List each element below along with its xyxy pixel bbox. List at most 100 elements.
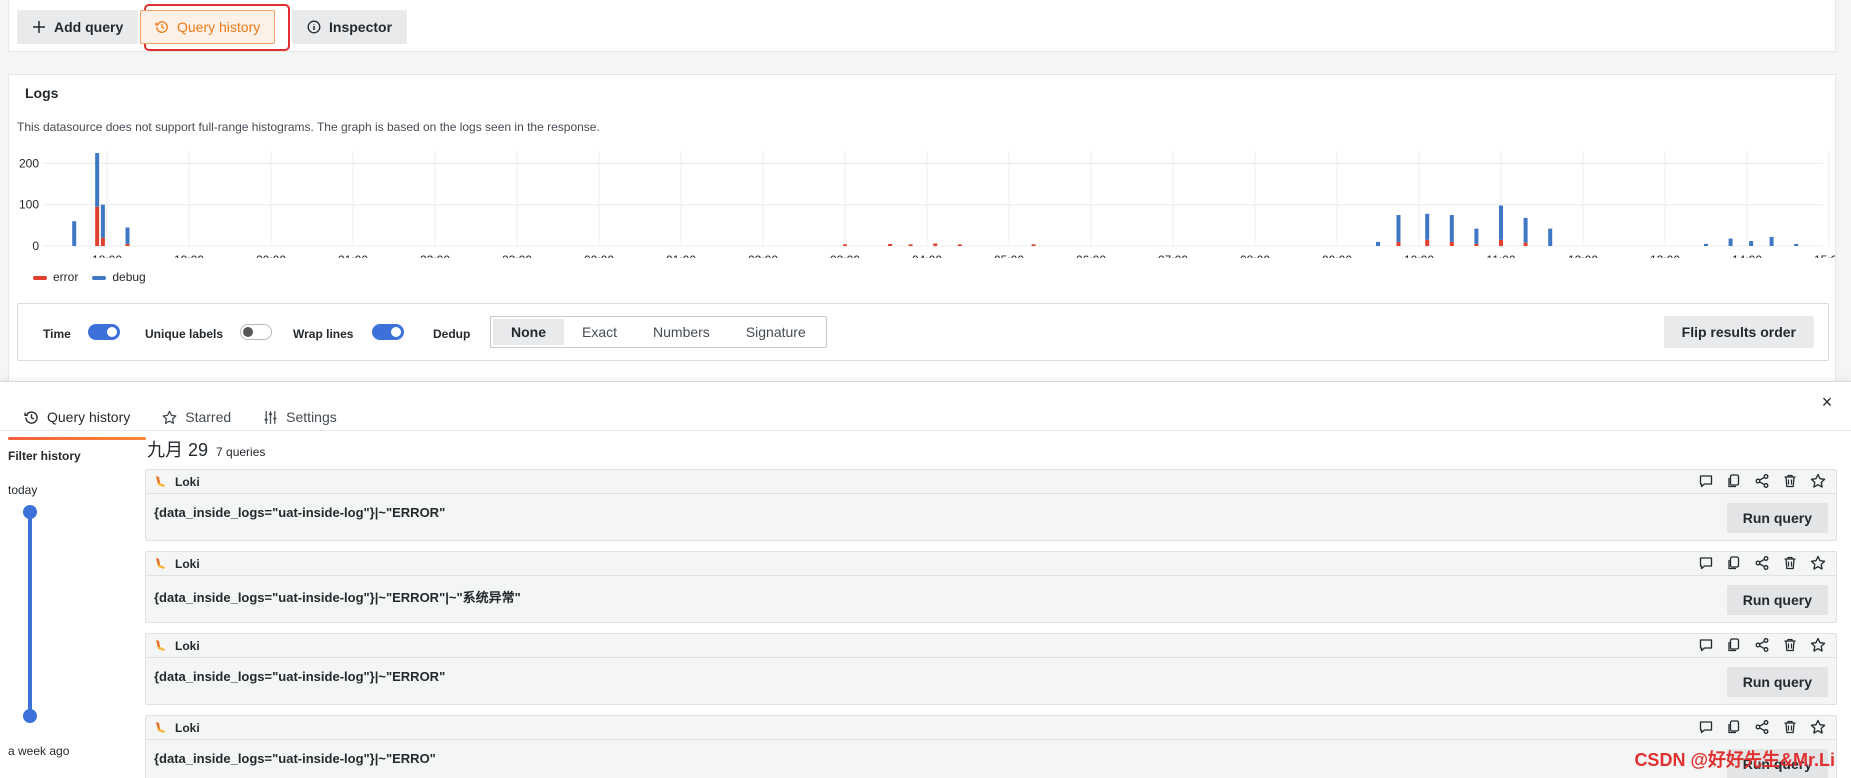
logs-note: This datasource does not support full-ra…: [17, 120, 600, 134]
x-tick-label: 22:00: [420, 253, 450, 258]
x-tick-label: 02:00: [748, 253, 778, 258]
query-source: Loki: [175, 638, 200, 653]
y-tick-label: 0: [32, 239, 39, 253]
run-query-button[interactable]: Run query: [1726, 503, 1828, 533]
copy-icon[interactable]: [1726, 473, 1742, 489]
plus-icon: [33, 21, 45, 33]
time-toggle-knob: [107, 327, 117, 337]
trash-icon[interactable]: [1782, 719, 1798, 735]
share-icon[interactable]: [1754, 473, 1770, 489]
comment-icon[interactable]: [1698, 719, 1714, 735]
query-card: Loki {data_inside_logs="uat-inside-log"}|…: [145, 633, 1837, 705]
tab-query-history-label: Query history: [47, 409, 131, 425]
trash-icon[interactable]: [1782, 555, 1798, 571]
wrap-lines-toggle[interactable]: [372, 324, 404, 340]
unique-labels-toggle[interactable]: [240, 324, 272, 340]
tab-settings-label: Settings: [286, 409, 337, 425]
share-icon[interactable]: [1754, 555, 1770, 571]
dedup-radio-group: None Exact Numbers Signature: [490, 316, 827, 348]
history-range-slider[interactable]: [28, 512, 32, 716]
bar-debug: [1376, 241, 1380, 246]
trash-icon[interactable]: [1782, 473, 1798, 489]
toolbar: Add query Query history Inspector: [8, 0, 1836, 52]
dedup-label: Dedup: [433, 327, 471, 341]
comment-icon[interactable]: [1698, 637, 1714, 653]
query-source: Loki: [175, 556, 200, 571]
legend-debug[interactable]: debug: [92, 270, 146, 284]
y-tick-label: 200: [19, 156, 39, 170]
loki-logo-icon: [156, 640, 165, 651]
x-tick-label: 11:00: [1486, 253, 1515, 258]
logs-histogram: 200 100 0 18:00 19:00 20:00 21:00 22:00 23:00 00:…: [19, 151, 1835, 258]
inspector-button[interactable]: Inspector: [292, 10, 408, 44]
bar-debug: [1749, 241, 1754, 246]
slider-handle-bottom[interactable]: [23, 709, 37, 723]
dedup-numbers[interactable]: Numbers: [635, 319, 728, 345]
comment-icon[interactable]: [1698, 555, 1714, 571]
query-history-button[interactable]: Query history: [140, 10, 276, 44]
bar-debug: [1704, 243, 1708, 246]
query-text: {data_inside_logs="uat-inside-log"}|~"ER…: [154, 590, 521, 605]
bar-debug: [1728, 238, 1733, 246]
tab-starred[interactable]: Starred: [146, 402, 247, 432]
history-icon: [24, 410, 38, 424]
flip-results-button[interactable]: Flip results order: [1663, 316, 1814, 348]
filter-history-title: Filter history: [8, 449, 81, 463]
star-icon[interactable]: [1810, 719, 1826, 735]
comment-icon[interactable]: [1698, 473, 1714, 489]
logs-panel: Logs This datasource does not support fu…: [8, 74, 1836, 384]
x-tick-label: 12:00: [1568, 253, 1598, 258]
bar-error: [95, 206, 100, 246]
run-query-button[interactable]: Run query: [1726, 585, 1828, 615]
share-icon[interactable]: [1754, 719, 1770, 735]
query-text: {data_inside_logs="uat-inside-log"}|~"ER…: [154, 505, 446, 520]
x-tick-label: 14:00: [1732, 253, 1762, 258]
bar-debug: [72, 221, 77, 246]
x-tick-label: 10:00: [1404, 253, 1434, 258]
query-card-header: Loki: [146, 470, 1836, 494]
bar-error: [1499, 239, 1503, 246]
x-tick-label: 09:00: [1322, 253, 1352, 258]
chart-legend: error debug: [33, 270, 146, 284]
trash-icon[interactable]: [1782, 637, 1798, 653]
legend-swatch-debug: [92, 275, 107, 280]
x-tick-label: 04:00: [912, 253, 942, 258]
copy-icon[interactable]: [1726, 555, 1742, 571]
tab-settings[interactable]: Settings: [247, 402, 353, 432]
add-query-button[interactable]: Add query: [17, 10, 139, 44]
legend-label-debug: debug: [112, 270, 146, 284]
bar-error: [933, 243, 938, 246]
bar-debug: [1396, 215, 1401, 242]
x-tick-label: 18:00: [92, 253, 122, 258]
bar-debug: [95, 153, 100, 207]
x-tick-label: 03:00: [830, 253, 860, 258]
share-icon[interactable]: [1754, 637, 1770, 653]
bar-debug: [100, 204, 105, 238]
wrap-lines-toggle-knob: [391, 327, 401, 337]
star-icon[interactable]: [1810, 637, 1826, 653]
legend-label-error: error: [53, 270, 79, 284]
time-toggle[interactable]: [88, 324, 120, 340]
query-card-actions: [1698, 473, 1826, 489]
bar-debug: [1769, 236, 1774, 246]
x-tick-label: 23:00: [502, 253, 532, 258]
legend-error[interactable]: error: [33, 270, 78, 284]
run-query-button[interactable]: Run query: [1726, 667, 1828, 697]
watermark: CSDN @好好先生&Mr.Li: [1634, 750, 1835, 770]
star-icon[interactable]: [1810, 473, 1826, 489]
close-icon[interactable]: ×: [1819, 393, 1835, 411]
star-icon: [162, 410, 177, 424]
query-count: 7 queries: [216, 445, 266, 459]
slider-handle-top[interactable]: [23, 505, 37, 519]
query-card: Loki {data_inside_logs="uat-inside-log"}|…: [145, 551, 1837, 623]
copy-icon[interactable]: [1726, 719, 1742, 735]
loki-logo-icon: [156, 476, 165, 487]
dedup-none[interactable]: None: [493, 319, 564, 345]
star-icon[interactable]: [1810, 555, 1826, 571]
copy-icon[interactable]: [1726, 637, 1742, 653]
dedup-exact[interactable]: Exact: [564, 319, 635, 345]
dedup-signature[interactable]: Signature: [728, 319, 824, 345]
logs-title: Logs: [25, 85, 59, 101]
tab-query-history[interactable]: Query history: [8, 402, 147, 440]
query-card-header: Loki: [146, 552, 1836, 576]
